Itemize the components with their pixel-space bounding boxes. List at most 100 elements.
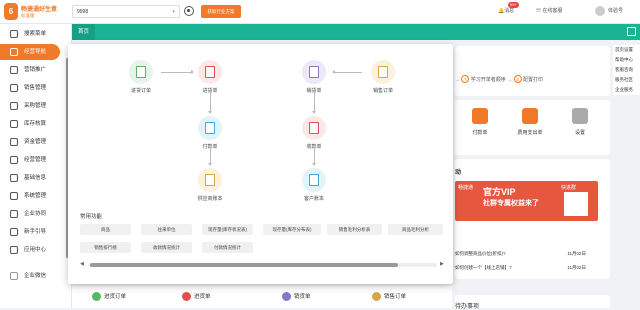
bottom-item-label: 销货单 [294, 294, 311, 300]
sidebar-item-funds[interactable]: 资金管理 [0, 134, 66, 150]
flow-payment[interactable]: 付款单 [195, 116, 225, 150]
user-name[interactable]: 体验号 [608, 7, 623, 14]
flow-arrow [208, 148, 212, 166]
sidebar-item-label: 资金管理 [24, 139, 47, 145]
sidebar-item-label: 经营管理 [24, 157, 47, 163]
sidebar-item-base-info[interactable]: 基础信息 [0, 170, 66, 186]
sidebar-item-label: 营销推广 [24, 67, 47, 73]
sidebar-item-marketing[interactable]: 营销推广 [0, 62, 66, 78]
compass-icon [10, 48, 18, 56]
sidebar-item-wecom[interactable]: 企业微信 [0, 268, 66, 284]
sidebar-item-search[interactable]: 搜索菜单 [0, 26, 66, 42]
flow-sales-delivery[interactable]: 销货单 [299, 60, 329, 94]
banner-title: 官方VIP [483, 187, 516, 197]
bottom-item-label: 进货订单 [104, 294, 127, 300]
chart-icon [10, 156, 18, 164]
fullscreen-icon[interactable] [627, 27, 636, 36]
flow-sales-order[interactable]: 销售订单 [366, 60, 400, 94]
avatar[interactable] [595, 6, 605, 16]
bottom-sales-delivery[interactable]: 销货单 [282, 292, 311, 302]
sidebar-item-system[interactable]: 系统管理 [0, 188, 66, 204]
bottom-item-label: 进货单 [194, 294, 211, 300]
bottom-sales-order[interactable]: 销售订单 [372, 292, 406, 302]
industry-solution-button[interactable]: 获取行业方案 [201, 5, 241, 18]
scroll-right-icon[interactable]: ▶ [440, 261, 444, 267]
scroll-left-icon[interactable]: ◀ [80, 261, 84, 267]
flow-receipt[interactable]: 收款单 [299, 116, 329, 150]
horizontal-scrollbar[interactable] [88, 263, 437, 267]
quick-settings[interactable]: 设置 [565, 108, 595, 136]
sidebar-item-label: 新手引导 [24, 229, 47, 235]
enterprise-service-link[interactable]: 企业服务 [613, 85, 640, 95]
news-item[interactable]: 如何创建一个【线上店铺】? 11月02日 [455, 265, 598, 271]
common-function-button[interactable]: 现存量(库存状况表) [202, 224, 253, 235]
flow-supplier-account[interactable]: 供应商账本 [192, 168, 228, 202]
purchase-receipt-icon [182, 292, 191, 302]
flow-node-label: 销售订单 [372, 88, 393, 94]
flow-purchase-order[interactable]: 进货订单 [126, 60, 156, 94]
online-support-label: 在线客服 [542, 8, 563, 14]
news-card: 动 畅捷通 官方VIP 社群专属权益来了 快进群 如何调整商品价位(折扣)? 1… [455, 159, 610, 279]
sidebar-item-label: 采购管理 [24, 103, 47, 109]
flow-customer-account[interactable]: 客户账本 [296, 168, 332, 202]
brand-edition: 标准版 [21, 13, 35, 18]
step-7-label[interactable]: 学习开单者顺序 [471, 77, 506, 83]
online-support-link[interactable]: ☏ 在线客服 [536, 7, 562, 14]
sidebar-item-collaboration[interactable]: 企业协同 [0, 206, 66, 222]
search-icon [10, 30, 18, 38]
app-logo[interactable]: 6 [4, 3, 18, 20]
guide-icon [10, 228, 18, 236]
account-selector[interactable]: 9998 ▾ [72, 5, 180, 18]
news-item-text: 如何创建一个【线上店铺】? [455, 265, 512, 270]
common-function-button[interactable]: 付款情况统计 [202, 242, 253, 253]
sidebar-item-app-center[interactable]: 应用中心 [0, 242, 66, 258]
banner-brand: 畅捷通 [458, 185, 474, 191]
help-center-link[interactable]: 帮助中心 [613, 55, 640, 65]
quick-payment[interactable]: 付款单 [465, 108, 495, 136]
news-title: 动 [455, 170, 462, 176]
common-function-button[interactable]: 现存量(库存分布表) [263, 224, 321, 235]
tab-bar: 首页 [72, 24, 640, 40]
sidebar-item-guide[interactable]: 新手引导 [0, 224, 66, 240]
news-item-text: 如何调整商品价位(折扣)? [455, 251, 506, 256]
brand-name: 畅捷通好生意 [21, 7, 58, 13]
sidebar-item-sales[interactable]: 销售管理 [0, 80, 66, 96]
quick-payment-label: 付款单 [472, 130, 488, 136]
sales-delivery-icon [302, 60, 326, 84]
sidebar-item-operations[interactable]: 经营管理 [0, 152, 66, 168]
news-item-date: 11月02日 [567, 251, 586, 256]
bottom-purchase-receipt[interactable]: 进货单 [182, 292, 211, 302]
quick-expense[interactable]: 费用支出单 [513, 108, 547, 136]
flow-purchase-receipt[interactable]: 进货单 [195, 60, 225, 94]
gear-icon[interactable] [184, 6, 194, 16]
sidebar-item-label: 基础信息 [24, 175, 47, 181]
tab-home[interactable]: 首页 [72, 24, 96, 40]
sidebar-item-label: 库存核算 [24, 121, 47, 127]
sidebar-item-purchase[interactable]: 采购管理 [0, 98, 66, 114]
scrollbar-thumb[interactable] [90, 263, 398, 267]
common-function-button[interactable]: 收款情况统计 [141, 242, 192, 253]
common-function-button[interactable]: 商品 [80, 224, 131, 235]
megaphone-icon [10, 66, 18, 74]
home-settings-link[interactable]: 首页设置 [613, 45, 640, 55]
common-function-button[interactable]: 往来单位 [141, 224, 192, 235]
purchase-order-icon [92, 292, 101, 302]
quick-actions-card: 付款单 费用支出单 设置 [455, 100, 610, 155]
customer-service-link[interactable]: 客服咨询 [613, 65, 640, 75]
sidebar-item-business-nav[interactable]: 经营导航 [0, 44, 60, 60]
news-item[interactable]: 如何调整商品价位(折扣)? 11月02日 [455, 251, 598, 257]
common-function-button[interactable]: 商品毛利分析 [388, 224, 443, 235]
message-link[interactable]: 🔔消息 [498, 7, 514, 14]
service-community-link[interactable]: 服务社区 [613, 75, 640, 85]
settings-icon [10, 192, 18, 200]
vip-banner[interactable]: 畅捷通 官方VIP 社群专属权益来了 快进群 [455, 181, 598, 221]
sidebar-item-inventory[interactable]: 库存核算 [0, 116, 66, 132]
bottom-purchase-order[interactable]: 进货订单 [92, 292, 127, 302]
step-8-label[interactable]: 配置打印 [523, 77, 543, 83]
common-function-button[interactable]: 销售排行榜 [80, 242, 131, 253]
step-8-number: 8 [513, 75, 522, 83]
sidebar-item-label: 企业微信 [24, 273, 47, 279]
box-icon [10, 120, 18, 128]
business-nav-dropdown: 进货订单 进货单 销货单 销售订单 付款单 收款单 供应商账本 客户账本 常用功… [68, 44, 453, 284]
common-function-button[interactable]: 销售毛利分析表 [327, 224, 382, 235]
